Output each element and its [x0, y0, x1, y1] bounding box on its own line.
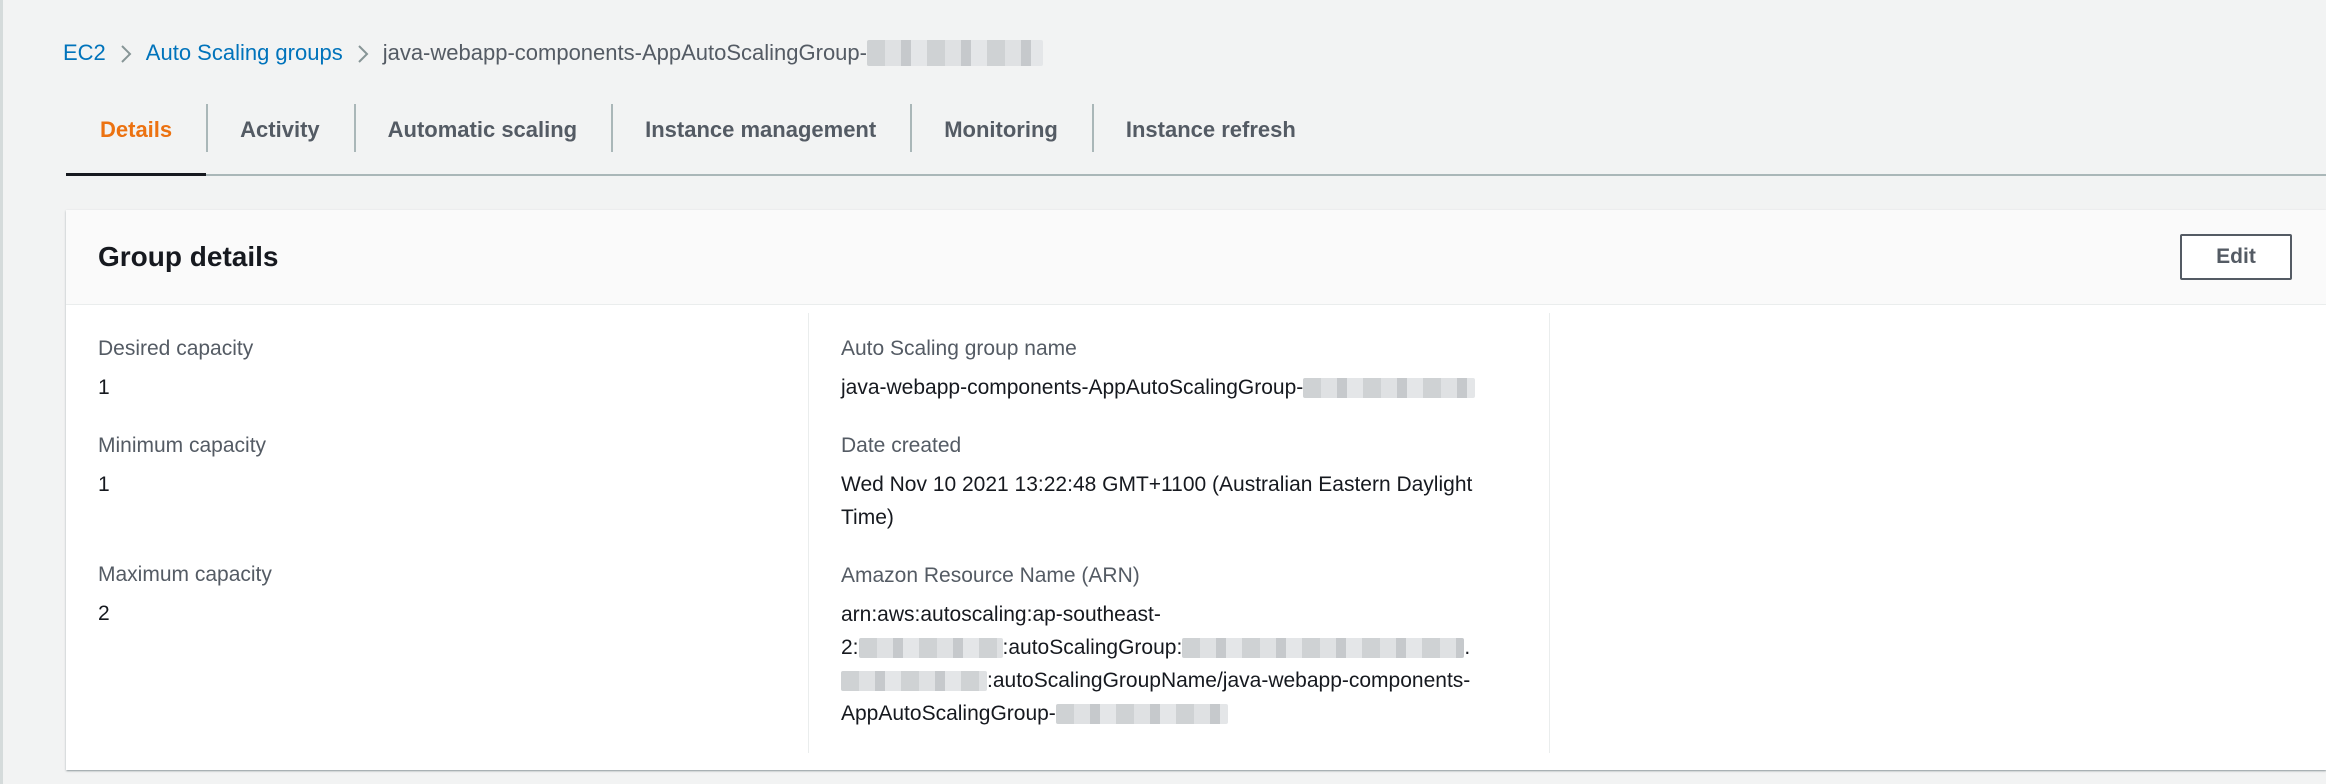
details-columns: Desired capacity 1 Minimum capacity 1 Ma…: [66, 305, 2326, 753]
field-label: Desired capacity: [98, 337, 254, 360]
tab-label: Activity: [240, 117, 320, 142]
tab-bar: Details Activity Automatic scaling Insta…: [66, 96, 2326, 176]
group-name-value: java-webapp-components-AppAutoScalingGro…: [841, 376, 1304, 399]
tab-instance-management[interactable]: Instance management: [611, 96, 910, 174]
field-label: Minimum capacity: [98, 434, 267, 457]
date-created-field: Date created Wed Nov 10 2021 13:22:48 GM…: [841, 430, 1517, 534]
minimum-capacity-field: Minimum capacity 1: [98, 430, 776, 501]
edit-button[interactable]: Edit: [2180, 234, 2292, 280]
arn-line: :autoScalingGroupName/java-webapp-compon…: [841, 664, 1517, 697]
tab-automatic-scaling[interactable]: Automatic scaling: [353, 96, 611, 174]
field-value: 1: [98, 376, 110, 399]
chevron-right-icon: [343, 40, 383, 66]
breadcrumb-auto-scaling-groups[interactable]: Auto Scaling groups: [146, 40, 343, 66]
arn-field: Amazon Resource Name (ARN) arn:aws:autos…: [841, 560, 1517, 730]
field-value: 2: [98, 602, 110, 625]
arn-value: arn:aws:autoscaling:ap-southeast- 2::aut…: [841, 598, 1517, 730]
left-rail: [0, 0, 3, 784]
field-label: Amazon Resource Name (ARN): [841, 564, 1140, 587]
page: EC2 Auto Scaling groups java-webapp-comp…: [0, 0, 2326, 784]
panel-header: Group details Edit: [66, 210, 2326, 305]
arn-text: :autoScalingGroupName/java-webapp-compon…: [987, 669, 1471, 692]
desired-capacity-field: Desired capacity 1: [98, 333, 776, 404]
field-value: java-webapp-components-AppAutoScalingGro…: [841, 371, 1517, 404]
redacted-text: [1182, 638, 1465, 659]
field-label: Date created: [841, 434, 962, 457]
redacted-text: [858, 638, 1003, 659]
tab-label: Automatic scaling: [387, 117, 578, 142]
redacted-text: [1303, 378, 1476, 399]
capacity-column: Desired capacity 1 Minimum capacity 1 Ma…: [66, 313, 808, 753]
arn-text: 2:: [841, 636, 859, 659]
tab-details[interactable]: Details: [66, 96, 207, 176]
tab-activity[interactable]: Activity: [206, 96, 353, 174]
field-value: 1: [98, 473, 110, 496]
group-name-field: Auto Scaling group name java-webapp-comp…: [841, 333, 1517, 404]
arn-text: .: [1464, 636, 1471, 659]
breadcrumb-ec2[interactable]: EC2: [63, 40, 106, 66]
redacted-text: [841, 671, 987, 692]
tab-label: Instance refresh: [1125, 117, 1296, 142]
tab-label: Details: [100, 117, 173, 142]
field-label: Auto Scaling group name: [841, 337, 1077, 360]
tab-label: Instance management: [645, 117, 877, 142]
arn-line: 2: :autoScalingGroup:.: [841, 631, 1517, 664]
panel-title: Group details: [98, 241, 279, 272]
arn-text: AppAutoScalingGroup-: [841, 702, 1056, 725]
maximum-capacity-field: Maximum capacity 2: [98, 559, 776, 630]
field-label: Maximum capacity: [98, 563, 272, 586]
arn-line: arn:aws:autoscaling:ap-southeast-: [841, 598, 1517, 631]
tab-label: Monitoring: [944, 117, 1058, 142]
redacted-text: [1055, 704, 1228, 725]
arn-line: AppAutoScalingGroup-: [841, 697, 1517, 730]
redacted-text: [866, 40, 1043, 66]
tab-instance-refresh[interactable]: Instance refresh: [1091, 96, 1330, 174]
breadcrumb: EC2 Auto Scaling groups java-webapp-comp…: [63, 36, 1043, 70]
tab-monitoring[interactable]: Monitoring: [910, 96, 1092, 174]
arn-text: arn:aws:autoscaling:ap-southeast-: [841, 603, 1161, 626]
group-details-panel: Group details Edit Desired capacity 1 Mi…: [66, 210, 2326, 770]
arn-text: :autoScalingGroup:: [1002, 636, 1183, 659]
identity-column: Auto Scaling group name java-webapp-comp…: [808, 313, 1550, 753]
breadcrumb-current: java-webapp-components-AppAutoScalingGro…: [382, 40, 867, 65]
chevron-right-icon: [106, 40, 146, 66]
field-value: Wed Nov 10 2021 13:22:48 GMT+1100 (Austr…: [841, 473, 1473, 529]
